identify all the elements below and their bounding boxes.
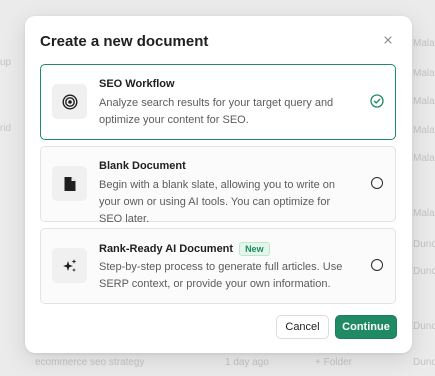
- background-fragment: Malac: [413, 125, 435, 136]
- continue-button[interactable]: Continue: [335, 315, 397, 339]
- background-fragment: Malac: [413, 208, 435, 219]
- new-badge: New: [239, 242, 270, 256]
- background-fragment: up: [0, 57, 12, 68]
- target-icon: [52, 84, 87, 119]
- check-circle-icon: [370, 94, 384, 108]
- background-fragment: rid: [0, 123, 12, 134]
- option-seo-workflow[interactable]: SEO Workflow Analyze search results for …: [40, 64, 396, 140]
- create-document-modal: Create a new document SEO Workflow Analy…: [25, 16, 412, 353]
- option-title: Rank-Ready AI Document New: [99, 242, 270, 256]
- background-fragment: Malac: [413, 153, 435, 164]
- option-blank-document[interactable]: Blank Document Begin with a blank slate,…: [40, 146, 396, 225]
- option-description: Begin with a blank slate, allowing you t…: [99, 179, 336, 225]
- background-fragment: Malac: [413, 96, 435, 107]
- background-fragment: Duncs: [413, 357, 435, 368]
- modal-title: Create a new document: [40, 33, 209, 50]
- background-row-time: 1 day ago: [225, 357, 269, 368]
- option-title: SEO Workflow: [99, 78, 175, 90]
- background-fragment: Duncs: [413, 239, 435, 250]
- background-fragment: Duncs: [413, 266, 435, 277]
- cancel-button[interactable]: Cancel: [276, 315, 329, 339]
- document-icon: [52, 166, 87, 201]
- background-row-name: ecommerce seo strategy: [35, 357, 145, 368]
- option-rank-ready-ai-document[interactable]: Rank-Ready AI Document New Step-by-step …: [40, 228, 396, 304]
- radio-button[interactable]: [371, 177, 383, 189]
- background-fragment: Duncs: [413, 321, 435, 332]
- background-fragment: Malac: [413, 68, 435, 79]
- close-icon[interactable]: [382, 34, 394, 46]
- sparkle-icon: [52, 248, 87, 283]
- background-fragment: Malac: [413, 38, 435, 49]
- background-row-folder: + Folder: [315, 357, 352, 368]
- radio-button[interactable]: [371, 259, 383, 271]
- option-description: Analyze search results for your target q…: [99, 97, 334, 126]
- option-title: Blank Document: [99, 160, 186, 172]
- option-description: Step-by-step process to generate full ar…: [99, 261, 343, 290]
